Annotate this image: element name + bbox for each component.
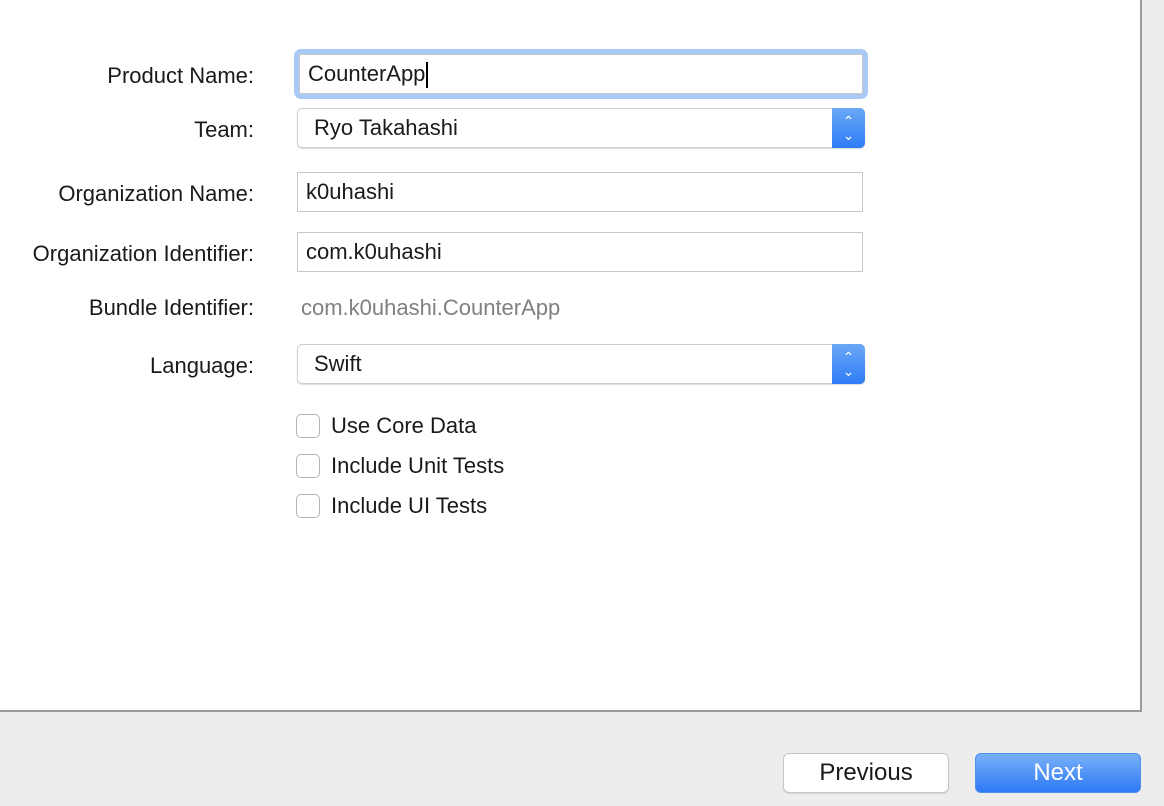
organization-identifier-input[interactable]: com.k0uhashi <box>297 232 863 272</box>
previous-button[interactable]: Previous <box>783 753 949 793</box>
next-button[interactable]: Next <box>975 753 1141 793</box>
team-label: Team: <box>194 117 254 142</box>
language-select[interactable]: Swift ⌃ ⌄ <box>297 344 865 384</box>
chevron-updown-icon: ⌃ ⌄ <box>832 108 865 148</box>
checkbox-label: Include Unit Tests <box>331 453 505 478</box>
product-name-input[interactable]: CounterApp <box>294 49 868 99</box>
include-unit-tests-checkbox[interactable]: Include Unit Tests <box>296 453 504 479</box>
bundle-identifier-label: Bundle Identifier: <box>88 295 254 320</box>
organization-name-input[interactable]: k0uhashi <box>297 172 863 212</box>
organization-identifier-label: Organization Identifier: <box>32 241 254 266</box>
team-value: Ryo Takahashi <box>314 115 458 140</box>
chevron-updown-icon: ⌃ ⌄ <box>832 344 865 384</box>
checkbox-box[interactable] <box>296 494 320 518</box>
product-name-label: Product Name: <box>107 63 254 88</box>
text-caret <box>426 62 429 89</box>
options-panel: Product Name: CounterApp Team: Ryo Takah… <box>0 0 1142 712</box>
language-value: Swift <box>314 351 362 376</box>
checkbox-label: Use Core Data <box>331 413 477 438</box>
bundle-identifier-value: com.k0uhashi.CounterApp <box>301 295 561 320</box>
organization-name-label: Organization Name: <box>58 181 254 206</box>
include-ui-tests-checkbox[interactable]: Include UI Tests <box>296 493 487 519</box>
checkbox-box[interactable] <box>296 454 320 478</box>
language-label: Language: <box>150 353 254 378</box>
team-select[interactable]: Ryo Takahashi ⌃ ⌄ <box>297 108 865 148</box>
checkbox-label: Include UI Tests <box>331 493 488 518</box>
use-core-data-checkbox[interactable]: Use Core Data <box>296 413 477 439</box>
product-name-value: CounterApp <box>308 61 426 86</box>
checkbox-box[interactable] <box>296 414 320 438</box>
